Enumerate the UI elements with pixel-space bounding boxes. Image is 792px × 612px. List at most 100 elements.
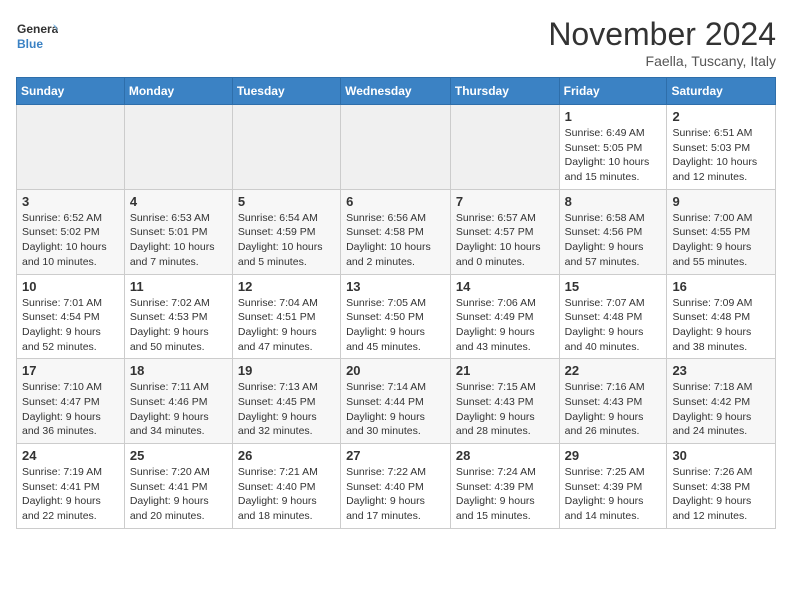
calendar-cell: 11 Sunrise: 7:02 AMSunset: 4:53 PMDayligh… (124, 274, 232, 359)
day-number: 28 (456, 448, 554, 463)
calendar-cell: 9Sunrise: 7:00 AMSunset: 4:55 PMDaylight… (667, 189, 776, 274)
day-number: 22 (565, 363, 662, 378)
day-info: Sunrise: 6:49 AMSunset: 5:05 PMDaylight:… (565, 126, 662, 185)
day-info: Sunrise: 7:26 AMSunset: 4:38 PMDaylight:… (672, 465, 770, 524)
calendar-week-5: 24Sunrise: 7:19 AMSunset: 4:41 PMDayligh… (17, 444, 776, 529)
day-info: Sunrise: 7:13 AMSunset: 4:45 PMDaylight:… (238, 380, 335, 439)
calendar-cell: 19 Sunrise: 7:13 AMSunset: 4:45 PMDayligh… (232, 359, 340, 444)
day-number: 4 (130, 194, 227, 209)
day-number: 11 (130, 279, 227, 294)
day-number: 10 (22, 279, 119, 294)
calendar-cell (341, 105, 451, 190)
calendar-cell: 14 Sunrise: 7:06 AMSunset: 4:49 PMDayligh… (450, 274, 559, 359)
day-info: Sunrise: 7:21 AMSunset: 4:40 PMDaylight:… (238, 465, 335, 524)
weekday-header-saturday: Saturday (667, 78, 776, 105)
day-number: 29 (565, 448, 662, 463)
day-info: Sunrise: 7:01 AMSunset: 4:54 PMDaylight:… (22, 296, 119, 355)
day-info: Sunrise: 6:56 AMSunset: 4:58 PMDaylight:… (346, 211, 445, 270)
calendar-cell: 26 Sunrise: 7:21 AMSunset: 4:40 PMDayligh… (232, 444, 340, 529)
calendar-body: 1 Sunrise: 6:49 AMSunset: 5:05 PMDaylight… (17, 105, 776, 529)
calendar-week-3: 10 Sunrise: 7:01 AMSunset: 4:54 PMDayligh… (17, 274, 776, 359)
day-number: 12 (238, 279, 335, 294)
day-number: 14 (456, 279, 554, 294)
day-number: 1 (565, 109, 662, 124)
day-number: 21 (456, 363, 554, 378)
day-info: Sunrise: 7:07 AMSunset: 4:48 PMDaylight:… (565, 296, 662, 355)
day-number: 9 (672, 194, 770, 209)
calendar-cell: 13 Sunrise: 7:05 AMSunset: 4:50 PMDayligh… (341, 274, 451, 359)
calendar-cell: 2Sunrise: 6:51 AMSunset: 5:03 PMDaylight… (667, 105, 776, 190)
day-number: 23 (672, 363, 770, 378)
calendar-cell: 20 Sunrise: 7:14 AMSunset: 4:44 PMDayligh… (341, 359, 451, 444)
calendar-cell (124, 105, 232, 190)
weekday-header-friday: Friday (559, 78, 667, 105)
location: Faella, Tuscany, Italy (548, 53, 776, 69)
day-info: Sunrise: 7:02 AMSunset: 4:53 PMDaylight:… (130, 296, 227, 355)
day-info: Sunrise: 7:18 AMSunset: 4:42 PMDaylight:… (672, 380, 770, 439)
day-info: Sunrise: 7:16 AMSunset: 4:43 PMDaylight:… (565, 380, 662, 439)
day-info: Sunrise: 6:57 AMSunset: 4:57 PMDaylight:… (456, 211, 554, 270)
day-number: 25 (130, 448, 227, 463)
calendar-week-2: 3 Sunrise: 6:52 AMSunset: 5:02 PMDaylight… (17, 189, 776, 274)
weekday-header-row: SundayMondayTuesdayWednesdayThursdayFrid… (17, 78, 776, 105)
title-block: November 2024 Faella, Tuscany, Italy (548, 16, 776, 69)
calendar-cell: 10 Sunrise: 7:01 AMSunset: 4:54 PMDayligh… (17, 274, 125, 359)
calendar-cell: 18 Sunrise: 7:11 AMSunset: 4:46 PMDayligh… (124, 359, 232, 444)
calendar-cell: 8 Sunrise: 6:58 AMSunset: 4:56 PMDaylight… (559, 189, 667, 274)
calendar-cell: 25 Sunrise: 7:20 AMSunset: 4:41 PMDayligh… (124, 444, 232, 529)
logo-general-text: General (17, 22, 58, 36)
day-number: 18 (130, 363, 227, 378)
calendar-cell: 29 Sunrise: 7:25 AMSunset: 4:39 PMDayligh… (559, 444, 667, 529)
day-number: 19 (238, 363, 335, 378)
calendar-cell: 5Sunrise: 6:54 AMSunset: 4:59 PMDaylight… (232, 189, 340, 274)
calendar-cell: 21Sunrise: 7:15 AMSunset: 4:43 PMDayligh… (450, 359, 559, 444)
day-number: 27 (346, 448, 445, 463)
day-number: 2 (672, 109, 770, 124)
logo-graphic: General Blue (16, 16, 58, 58)
logo-blue-text: Blue (17, 37, 43, 51)
calendar-cell: 1 Sunrise: 6:49 AMSunset: 5:05 PMDaylight… (559, 105, 667, 190)
day-number: 26 (238, 448, 335, 463)
day-info: Sunrise: 7:14 AMSunset: 4:44 PMDaylight:… (346, 380, 445, 439)
day-number: 3 (22, 194, 119, 209)
page-header: General Blue November 2024 Faella, Tusca… (16, 16, 776, 69)
day-info: Sunrise: 7:06 AMSunset: 4:49 PMDaylight:… (456, 296, 554, 355)
day-info: Sunrise: 7:20 AMSunset: 4:41 PMDaylight:… (130, 465, 227, 524)
day-info: Sunrise: 7:19 AMSunset: 4:41 PMDaylight:… (22, 465, 119, 524)
day-info: Sunrise: 6:58 AMSunset: 4:56 PMDaylight:… (565, 211, 662, 270)
weekday-header-tuesday: Tuesday (232, 78, 340, 105)
calendar-cell: 3 Sunrise: 6:52 AMSunset: 5:02 PMDaylight… (17, 189, 125, 274)
calendar-cell: 7 Sunrise: 6:57 AMSunset: 4:57 PMDaylight… (450, 189, 559, 274)
calendar-cell: 23 Sunrise: 7:18 AMSunset: 4:42 PMDayligh… (667, 359, 776, 444)
weekday-header-thursday: Thursday (450, 78, 559, 105)
day-info: Sunrise: 7:11 AMSunset: 4:46 PMDaylight:… (130, 380, 227, 439)
day-info: Sunrise: 6:52 AMSunset: 5:02 PMDaylight:… (22, 211, 119, 270)
day-number: 7 (456, 194, 554, 209)
day-info: Sunrise: 7:05 AMSunset: 4:50 PMDaylight:… (346, 296, 445, 355)
day-info: Sunrise: 6:53 AMSunset: 5:01 PMDaylight:… (130, 211, 227, 270)
calendar-cell: 22 Sunrise: 7:16 AMSunset: 4:43 PMDayligh… (559, 359, 667, 444)
weekday-header-sunday: Sunday (17, 78, 125, 105)
calendar-cell: 16Sunrise: 7:09 AMSunset: 4:48 PMDayligh… (667, 274, 776, 359)
calendar-cell: 15 Sunrise: 7:07 AMSunset: 4:48 PMDayligh… (559, 274, 667, 359)
month-title: November 2024 (548, 16, 776, 53)
day-info: Sunrise: 7:04 AMSunset: 4:51 PMDaylight:… (238, 296, 335, 355)
calendar-cell: 17Sunrise: 7:10 AMSunset: 4:47 PMDayligh… (17, 359, 125, 444)
calendar-cell: 4 Sunrise: 6:53 AMSunset: 5:01 PMDaylight… (124, 189, 232, 274)
calendar-cell (450, 105, 559, 190)
calendar-cell: 24Sunrise: 7:19 AMSunset: 4:41 PMDayligh… (17, 444, 125, 529)
day-info: Sunrise: 7:22 AMSunset: 4:40 PMDaylight:… (346, 465, 445, 524)
calendar-cell: 28Sunrise: 7:24 AMSunset: 4:39 PMDayligh… (450, 444, 559, 529)
day-number: 20 (346, 363, 445, 378)
calendar-cell: 27 Sunrise: 7:22 AMSunset: 4:40 PMDayligh… (341, 444, 451, 529)
calendar-cell: 12 Sunrise: 7:04 AMSunset: 4:51 PMDayligh… (232, 274, 340, 359)
day-info: Sunrise: 7:25 AMSunset: 4:39 PMDaylight:… (565, 465, 662, 524)
calendar-cell: 6Sunrise: 6:56 AMSunset: 4:58 PMDaylight… (341, 189, 451, 274)
day-number: 5 (238, 194, 335, 209)
calendar-cell (17, 105, 125, 190)
day-number: 13 (346, 279, 445, 294)
day-number: 15 (565, 279, 662, 294)
day-number: 8 (565, 194, 662, 209)
day-info: Sunrise: 7:09 AMSunset: 4:48 PMDaylight:… (672, 296, 770, 355)
weekday-header-monday: Monday (124, 78, 232, 105)
